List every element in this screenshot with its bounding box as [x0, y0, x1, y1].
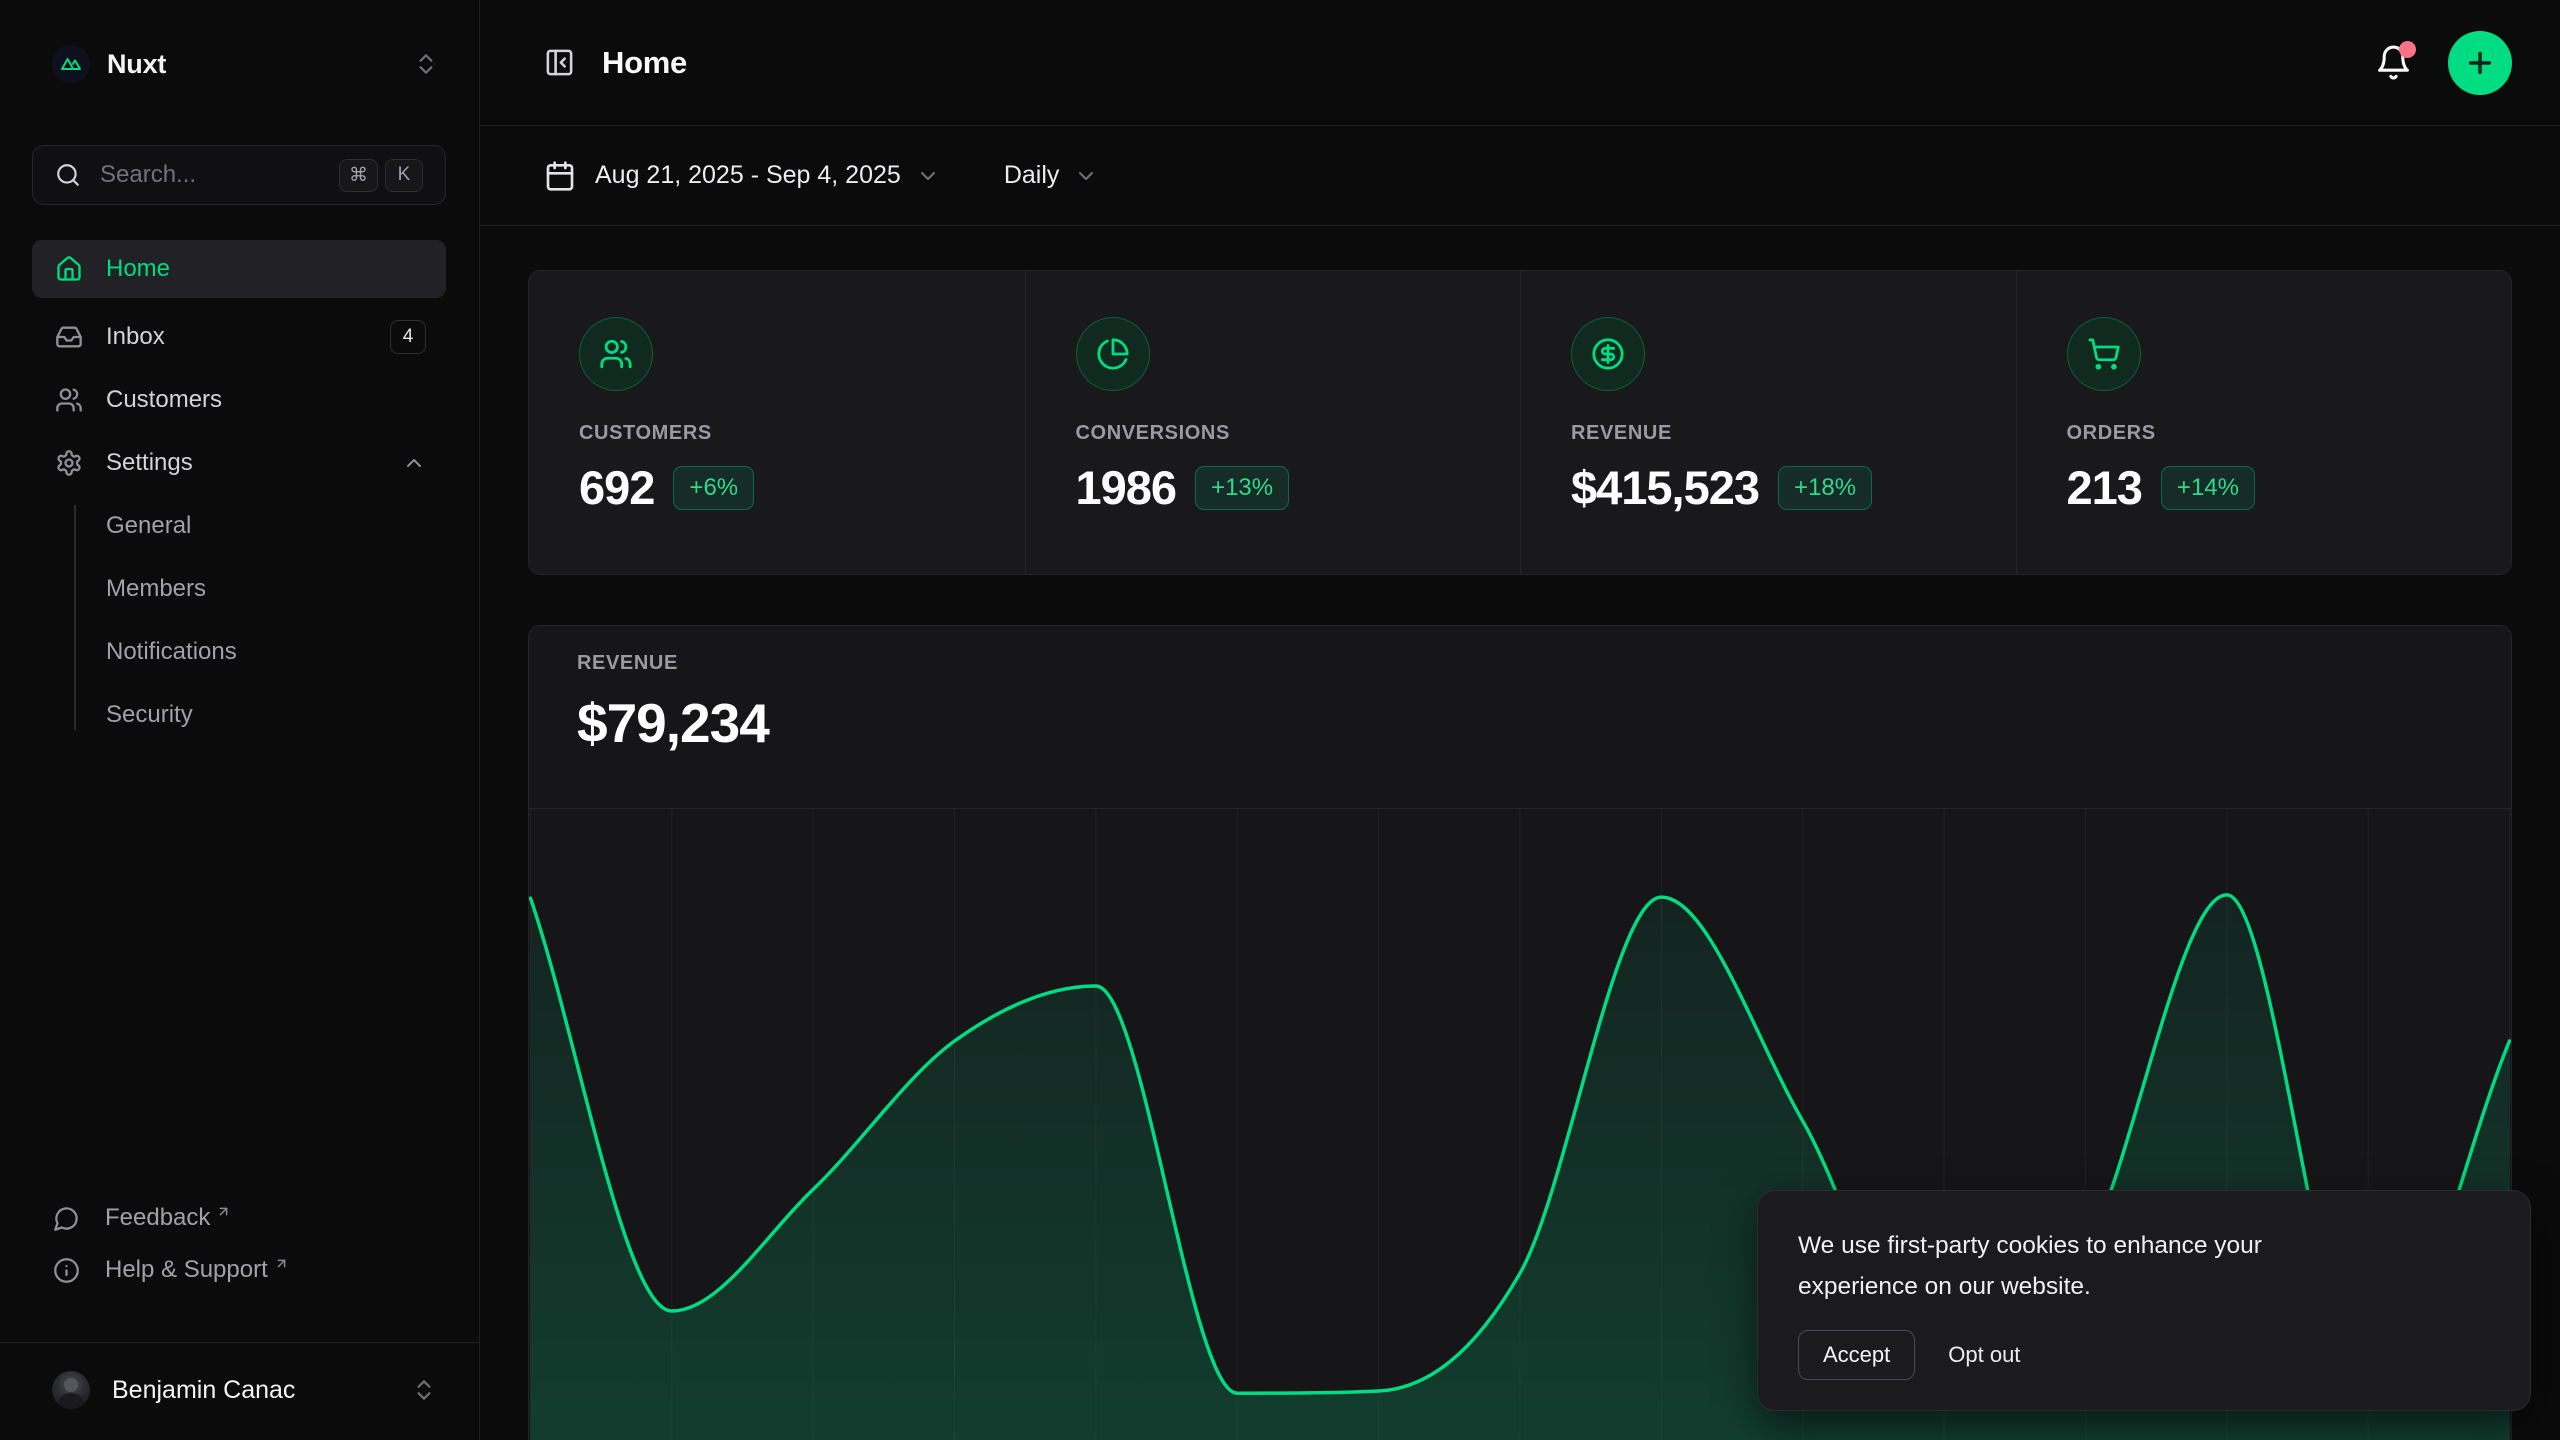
stats-card: CUSTOMERS 692 +6% CONVERSIONS 1986 +13% …: [528, 270, 2512, 575]
sidebar-footer-links: Feedback Help & Support: [32, 1192, 446, 1296]
chevron-down-icon: [1074, 164, 1098, 188]
accept-cookies-button[interactable]: Accept: [1798, 1330, 1915, 1380]
sidebar-item-general[interactable]: General: [32, 503, 446, 549]
help-support-link[interactable]: Help & Support: [32, 1244, 446, 1296]
stat-delta-badge: +18%: [1778, 466, 1872, 510]
stat-conversions[interactable]: CONVERSIONS 1986 +13%: [1025, 271, 1521, 574]
optout-cookies-button[interactable]: Opt out: [1948, 1342, 2020, 1368]
sidebar-nav: Home Inbox 4 Customers Settings Ge: [32, 240, 446, 755]
plus-icon: [2464, 47, 2496, 79]
sidebar-item-settings[interactable]: Settings: [32, 440, 446, 486]
users-icon: [579, 317, 653, 391]
page-title: Home: [602, 45, 687, 81]
stat-customers[interactable]: CUSTOMERS 692 +6%: [529, 271, 1025, 574]
calendar-icon: [544, 160, 576, 192]
sidebar-item-members[interactable]: Members: [32, 566, 446, 612]
stat-delta-badge: +6%: [673, 466, 754, 510]
sidebar-item-security[interactable]: Security: [32, 692, 446, 738]
collapse-sidebar-icon[interactable]: [544, 47, 575, 78]
sidebar-item-label: Inbox: [106, 323, 165, 351]
help-support-label: Help & Support: [105, 1256, 268, 1284]
user-name: Benjamin Canac: [112, 1376, 295, 1405]
search-input[interactable]: [100, 161, 339, 189]
avatar: [52, 1371, 90, 1409]
pie-chart-icon: [1076, 317, 1150, 391]
settings-sub-list: General Members Notifications Security: [32, 503, 446, 738]
granularity-select[interactable]: Daily: [1004, 161, 1099, 190]
stat-value: 692: [579, 460, 654, 515]
date-range-picker[interactable]: Aug 21, 2025 - Sep 4, 2025: [544, 160, 940, 192]
sidebar-divider: [0, 1342, 479, 1343]
inbox-count-badge: 4: [390, 320, 426, 354]
circle-dollar-icon: [1571, 317, 1645, 391]
external-link-icon: [274, 1256, 289, 1271]
sidebar-item-home[interactable]: Home: [32, 240, 446, 298]
chevrons-up-down-icon: [411, 1377, 437, 1403]
feedback-link[interactable]: Feedback: [32, 1192, 446, 1244]
chart-total: $79,234: [577, 691, 2511, 755]
stat-value: $415,523: [1571, 460, 1759, 515]
stat-label: ORDERS: [2067, 422, 2472, 445]
stat-value: 1986: [1076, 460, 1177, 515]
sub-item-label: Security: [106, 701, 193, 729]
search-icon: [55, 162, 81, 188]
sidebar-item-inbox[interactable]: Inbox 4: [32, 314, 446, 360]
stat-delta-badge: +13%: [1195, 466, 1289, 510]
sidebar-item-label: Customers: [106, 386, 222, 414]
workspace-name: Nuxt: [107, 49, 166, 80]
page-header: Home: [480, 0, 2560, 126]
inbox-icon: [55, 323, 83, 351]
search-input-wrapper[interactable]: ⌘ K: [32, 145, 446, 205]
kbd-k: K: [385, 159, 423, 192]
sidebar-item-label: Settings: [106, 449, 193, 477]
stat-revenue[interactable]: REVENUE $415,523 +18%: [1520, 271, 2016, 574]
stat-delta-badge: +14%: [2161, 466, 2255, 510]
stat-orders[interactable]: ORDERS 213 +14%: [2016, 271, 2512, 574]
shopping-cart-icon: [2067, 317, 2141, 391]
message-circle-icon: [53, 1205, 80, 1232]
filters-toolbar: Aug 21, 2025 - Sep 4, 2025 Daily: [480, 126, 2560, 226]
chevron-up-icon: [402, 451, 426, 475]
stat-label: CONVERSIONS: [1076, 422, 1481, 445]
users-icon: [55, 386, 83, 414]
external-link-icon: [216, 1204, 231, 1219]
nuxt-logo-icon: [52, 45, 90, 83]
stat-label: REVENUE: [1571, 422, 1976, 445]
sidebar-item-label: Home: [106, 255, 170, 283]
date-range-value: Aug 21, 2025 - Sep 4, 2025: [595, 161, 901, 190]
sub-item-label: General: [106, 512, 191, 540]
stat-value: 213: [2067, 460, 2142, 515]
home-icon: [55, 255, 83, 283]
chart-label: REVENUE: [577, 652, 2511, 675]
sub-item-label: Notifications: [106, 638, 237, 666]
sub-item-label: Members: [106, 575, 206, 603]
gear-icon: [55, 449, 83, 477]
chevron-down-icon: [916, 164, 940, 188]
user-menu[interactable]: Benjamin Canac: [20, 1356, 459, 1424]
feedback-label: Feedback: [105, 1204, 210, 1232]
info-icon: [53, 1257, 80, 1284]
stat-label: CUSTOMERS: [579, 422, 985, 445]
granularity-value: Daily: [1004, 161, 1060, 190]
kbd-cmd: ⌘: [339, 159, 378, 192]
notification-dot: [2399, 41, 2416, 58]
workspace-switcher[interactable]: Nuxt: [52, 42, 439, 86]
sidebar-item-customers[interactable]: Customers: [32, 377, 446, 423]
chevrons-up-down-icon: [413, 51, 439, 77]
add-button[interactable]: [2448, 31, 2512, 95]
notifications-button[interactable]: [2375, 44, 2412, 81]
sidebar-item-notifications[interactable]: Notifications: [32, 629, 446, 675]
cookie-banner: We use first-party cookies to enhance yo…: [1757, 1190, 2531, 1411]
sidebar: Nuxt ⌘ K Home Inbox 4: [0, 0, 480, 1440]
cookie-message: We use first-party cookies to enhance yo…: [1798, 1225, 2338, 1307]
